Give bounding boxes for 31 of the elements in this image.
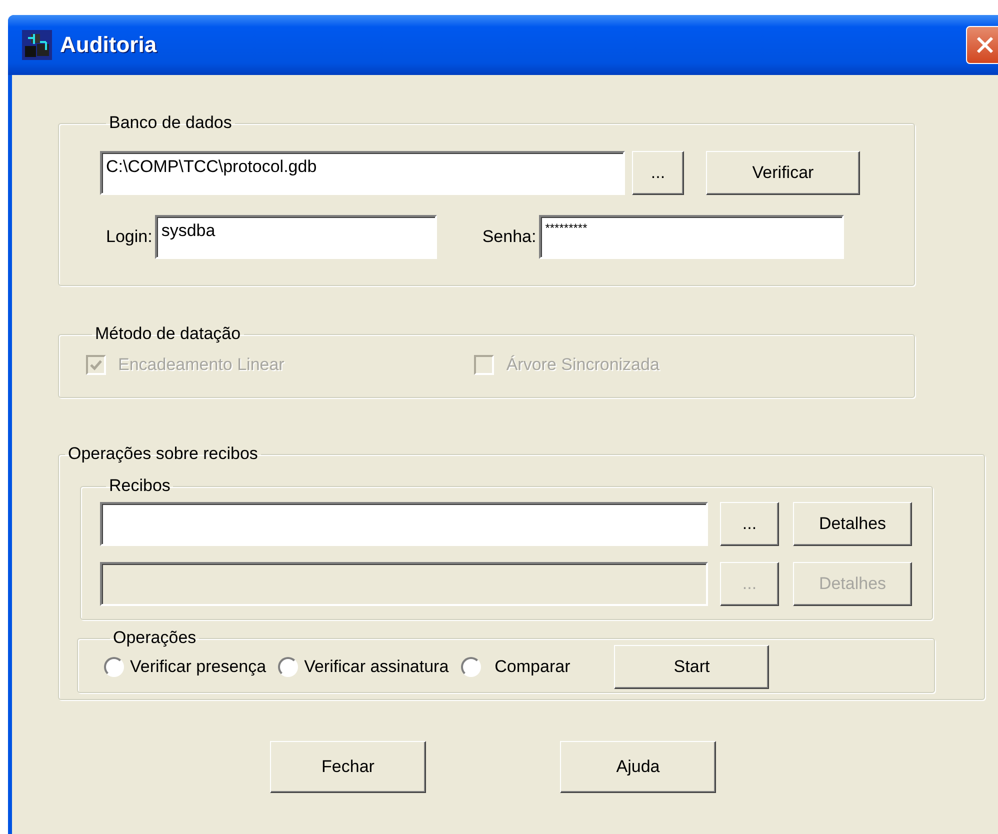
login-label: Login:	[106, 227, 152, 247]
dialog-button[interactable]: Fechar	[270, 741, 426, 793]
checkbox-label: Árvore Sincronizada	[506, 355, 660, 375]
radio-label: Verificar presença	[130, 657, 266, 677]
browse-button[interactable]: ...	[720, 502, 779, 546]
browse-button[interactable]: ...	[632, 151, 684, 195]
database-path-field[interactable]: C:\COMP\TCC\protocol.gdb	[100, 151, 625, 195]
password-field[interactable]: *********	[539, 215, 844, 259]
group-title: Método de datação	[94, 324, 242, 344]
receipt-field[interactable]	[100, 502, 708, 546]
radio-label: Verificar assinatura	[304, 657, 449, 677]
group-title: Operações	[112, 628, 198, 648]
radio-button[interactable]	[460, 657, 481, 677]
close-button[interactable]	[966, 26, 998, 64]
password-label: Senha:	[482, 227, 536, 247]
start-button[interactable]: Start	[614, 645, 770, 689]
radio-button[interactable]	[104, 657, 124, 677]
dialog-button[interactable]: Ajuda	[560, 741, 716, 793]
group-title: Recibos	[108, 476, 172, 496]
window-title: Auditoria	[60, 32, 157, 58]
verify-button[interactable]: Verificar	[706, 151, 860, 195]
group-title: Banco de dados	[108, 113, 233, 133]
group-title: Operações sobre recibos	[67, 444, 259, 464]
close-icon	[975, 35, 995, 55]
details-button[interactable]: Detalhes	[793, 502, 912, 546]
login-field[interactable]: sysdba	[155, 215, 438, 259]
radio-button[interactable]	[278, 657, 298, 677]
checkmark-icon	[90, 359, 102, 371]
checkbox-label: Encadeamento Linear	[118, 355, 284, 375]
radio-label: Comparar	[494, 657, 570, 677]
app-icon	[22, 30, 52, 60]
